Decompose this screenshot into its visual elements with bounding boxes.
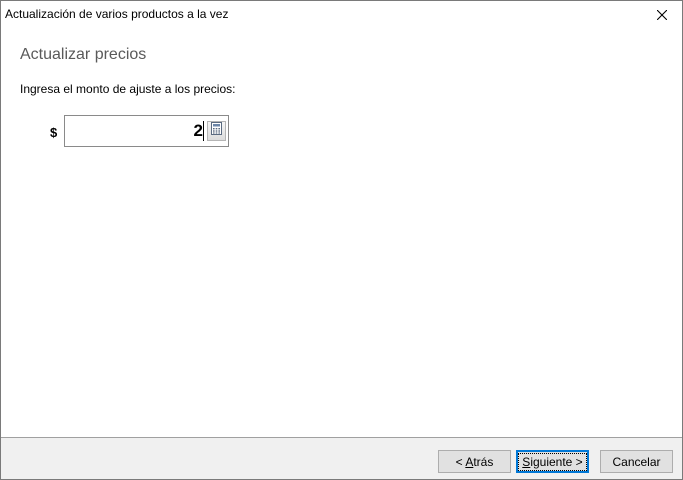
next-button-label: Siguiente > [518,452,587,471]
back-button-label: < Atrás [455,454,494,469]
calculator-icon [211,122,222,140]
window-title: Actualización de varios productos a la v… [5,7,229,21]
title-bar: Actualización de varios productos a la v… [1,1,682,28]
next-button[interactable]: Siguiente > [516,450,589,473]
page-heading: Actualizar precios [20,46,147,63]
back-button[interactable]: < Atrás [438,450,511,473]
close-icon [657,9,667,20]
dialog-footer: < Atrás Siguiente > Cancelar [1,437,682,479]
calculator-button[interactable] [207,121,226,141]
amount-field-container [64,115,229,147]
close-button[interactable] [642,1,682,28]
cancel-button[interactable]: Cancelar [600,450,673,473]
amount-prompt-label: Ingresa el monto de ajuste a los precios… [20,82,236,96]
currency-symbol: $ [50,125,58,140]
amount-input[interactable] [67,120,203,142]
cancel-button-label: Cancelar [612,454,661,469]
dialog-window: Actualización de varios productos a la v… [0,0,683,480]
text-caret [203,121,204,141]
